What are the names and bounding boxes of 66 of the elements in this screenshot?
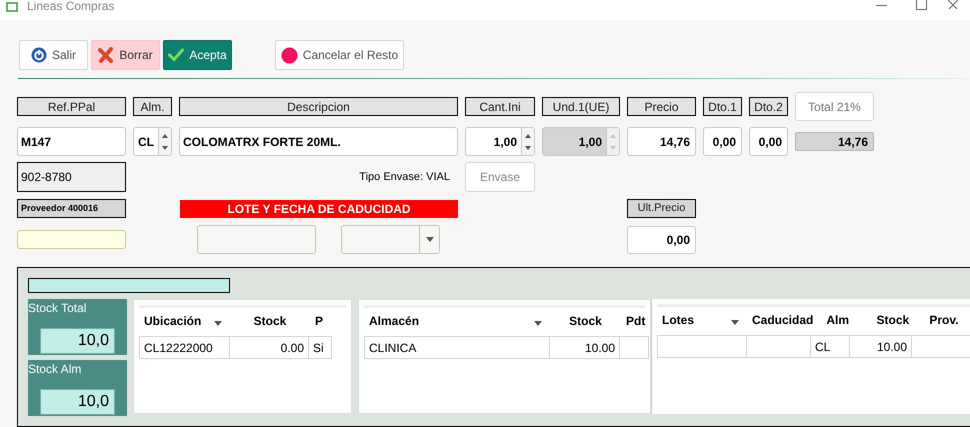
packaging-type-label: Tipo Envase: VIAL <box>359 170 450 185</box>
total-field: 14,76 <box>795 132 874 151</box>
table-cell: 0.00 <box>229 336 309 359</box>
last-price-label: Ult.Precio <box>627 199 696 218</box>
cancel-button[interactable]: Cancelar el Resto <box>275 40 404 70</box>
column-header[interactable]: Stock <box>550 310 621 332</box>
column-label: Dto.1 <box>703 97 742 116</box>
phone-field: 902-8780 <box>17 162 126 192</box>
sort-caret-icon[interactable] <box>731 320 739 324</box>
column-header[interactable]: Alm <box>821 309 862 331</box>
number-field[interactable]: 0,00 <box>703 127 742 156</box>
column-header[interactable]: Prov. <box>924 309 970 331</box>
window-icon <box>6 2 18 12</box>
column-label: Und.1(UE) <box>542 97 620 116</box>
column-label: Cant.Ini <box>465 97 535 116</box>
maximize-icon <box>916 0 926 10</box>
stock-warehouse-value: 10,0 <box>40 389 115 415</box>
dropdown-caret-icon <box>426 237 434 242</box>
sort-caret-icon[interactable] <box>214 320 222 326</box>
exit-button[interactable]: Salir <box>19 40 88 70</box>
table-cell: 10.00 <box>849 335 912 358</box>
spinner-field[interactable]: CL <box>133 127 172 156</box>
column-header[interactable]: Lotes <box>657 309 747 331</box>
column-label: Dto.2 <box>749 97 788 116</box>
circle-icon <box>280 46 298 64</box>
column-header[interactable]: Pdt <box>621 310 654 332</box>
minimize-icon <box>876 5 886 6</box>
column-label: Ref.PPal <box>17 97 126 116</box>
column-label: Descripcion <box>179 97 458 116</box>
delete-button[interactable]: Borrar <box>91 40 160 70</box>
close-icon <box>98 47 114 63</box>
column-label: Alm. <box>133 97 172 116</box>
table-cell: 10.00 <box>549 336 620 359</box>
spinner-field[interactable]: 1,00 <box>465 127 535 156</box>
table-cell: CL <box>810 335 850 358</box>
table-cell: Si <box>308 336 332 359</box>
close-icon <box>948 0 958 9</box>
supplier-label: Proveedor 400016 <box>17 199 126 218</box>
number-field[interactable]: 0,00 <box>749 127 788 156</box>
lot-expiry-banner: LOTE Y FECHA DE CADUCIDAD <box>180 200 458 218</box>
power-icon <box>30 47 47 63</box>
stock-total-label: Stock Total <box>28 302 88 314</box>
stock-warehouse-label: Stock Alm <box>28 363 82 375</box>
column-header[interactable]: Stock <box>230 310 310 332</box>
column-header[interactable]: Almacén <box>364 310 550 332</box>
column-header[interactable]: Caducidad <box>747 309 822 331</box>
sort-caret-icon[interactable] <box>534 320 542 326</box>
total-button[interactable]: Total 21% <box>795 92 874 121</box>
supplier-input[interactable] <box>17 230 126 249</box>
accept-button[interactable]: Acepta <box>163 40 232 70</box>
table-cell: CLINICA <box>364 336 550 359</box>
column-label: Precio <box>627 97 696 116</box>
text-field[interactable]: COLOMATRX FORTE 20ML. <box>179 127 458 156</box>
number-field[interactable]: 14,76 <box>627 127 696 156</box>
text-field[interactable]: M147 <box>17 127 126 156</box>
lot-input[interactable] <box>197 225 316 254</box>
column-header[interactable]: P <box>310 310 334 332</box>
table-cell <box>746 335 811 358</box>
last-price-field[interactable]: 0,00 <box>627 226 696 254</box>
table-cell: CL12222000 <box>139 336 230 359</box>
column-header[interactable]: Stock <box>861 309 924 331</box>
check-icon <box>168 48 184 62</box>
stock-total-value: 10,0 <box>40 328 115 354</box>
column-header[interactable]: Ubicación <box>139 310 230 332</box>
packaging-button[interactable]: Envase <box>465 162 535 192</box>
window-title: Lineas Compras <box>27 0 114 12</box>
